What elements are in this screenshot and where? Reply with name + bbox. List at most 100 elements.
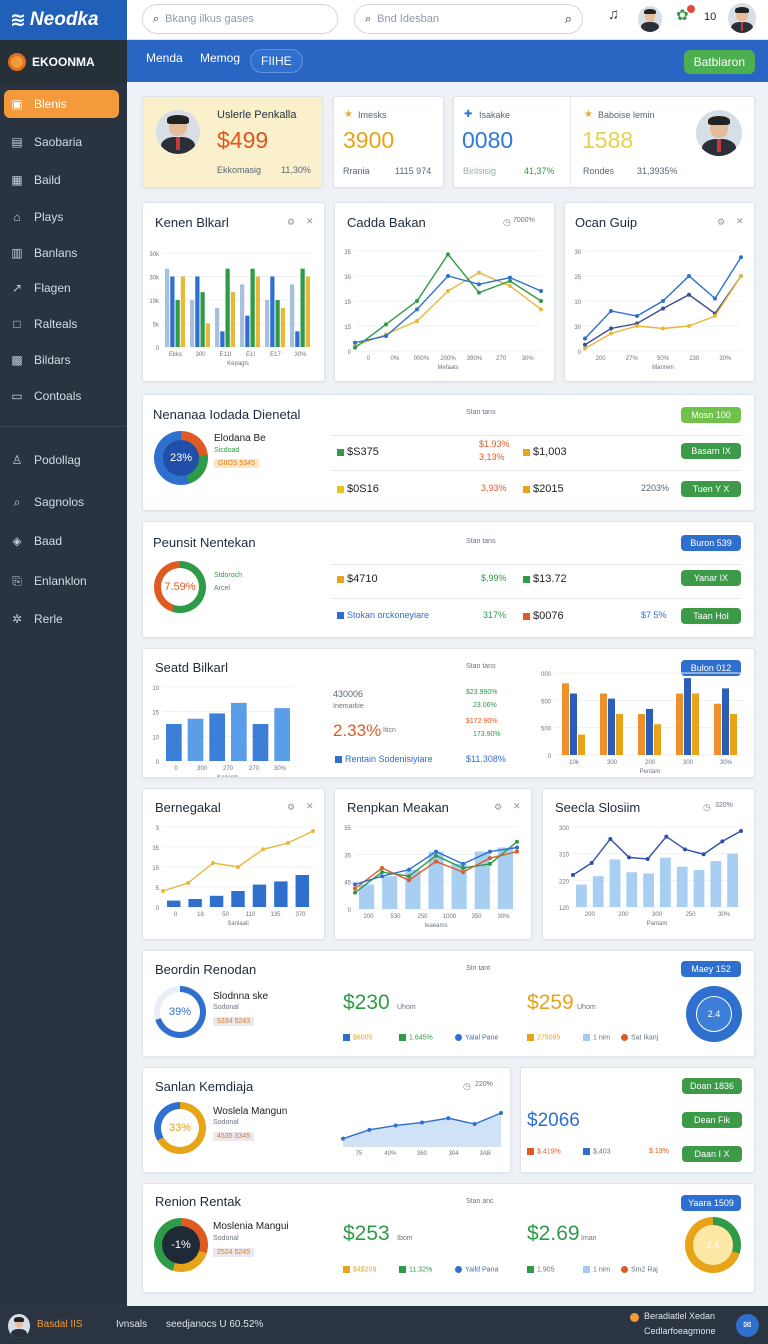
tab-memog[interactable]: Memog — [200, 51, 240, 65]
data-point — [407, 867, 411, 872]
bar — [274, 881, 288, 907]
kpi-card-1[interactable]: Uslerle Penkalla $499 Ekkomasig 11,30% — [142, 96, 323, 188]
footer-link[interactable]: Ivnsals — [116, 1319, 147, 1330]
sidebar-item-saobaria[interactable]: ▤ Saobaria — [4, 128, 119, 156]
data-point — [583, 336, 587, 341]
sidebar-brand-name: EKOONMA — [32, 55, 95, 69]
sidebar-item-ralteals[interactable]: □ Ralteals — [4, 310, 119, 338]
shield-icon: ◈ — [12, 534, 22, 548]
list-title: Seatd Bilkarl — [155, 660, 228, 675]
data-point — [583, 342, 587, 347]
sidebar-item-flagen[interactable]: ↗ Flagen — [4, 274, 119, 302]
sidebar-item-sagnolos[interactable]: ⌕ Sagnolos — [4, 488, 119, 516]
kpi-card-3[interactable]: ✚ Isakake 0080 Binlsisig 41,37% ★ Babois… — [453, 96, 755, 189]
footer-bar: Basdal IIS Ivnsals seedjanocs U 60.52% B… — [0, 1306, 768, 1344]
action-button-1[interactable]: Doan 1836 — [682, 1078, 742, 1094]
metric-value: $2066 — [527, 1110, 580, 1131]
chat-icon[interactable]: ✉ — [736, 1314, 759, 1337]
data-point — [645, 857, 650, 861]
sidebar-item-baild[interactable]: ▦ Baild — [4, 166, 119, 194]
sidebar-item-plays[interactable]: ⌂ Plays — [4, 203, 119, 231]
settings-icon[interactable]: ⚙ — [287, 802, 295, 813]
sidebar-item-baad[interactable]: ◈ Baad — [4, 527, 119, 555]
tag-button[interactable]: Maey 152 — [681, 961, 741, 977]
row-action-button[interactable]: Yanar IX — [681, 570, 741, 586]
bar — [578, 734, 585, 755]
sidebar-item-contoals[interactable]: ▭ Contoals — [4, 382, 119, 410]
kpi-card-2[interactable]: ★ Imesks 3900 Rrania 1115 974 — [333, 96, 444, 188]
list-title: Nenanaa Iodada Dienetal — [153, 407, 301, 422]
legend-item: $4$209 — [343, 1266, 376, 1273]
sidebar-item-bildars[interactable]: ▩ Bildars — [4, 346, 119, 374]
legend-item: $6005 — [343, 1034, 372, 1041]
list-title: Peunsit Nentekan — [153, 535, 256, 550]
sidebar-item-enlanklon[interactable]: ⎘ Enlanklon — [4, 567, 119, 595]
row-pct-2: 3,13% — [479, 452, 505, 462]
brand-name: Neodka — [29, 9, 99, 30]
metric-unit-1: Uhom — [397, 1004, 416, 1011]
row-action-button[interactable]: Tuen Y X — [681, 481, 741, 497]
bar — [305, 276, 310, 347]
search-bar-primary[interactable]: ⌕ Bkang ilkus gases — [142, 4, 338, 34]
list-card-2: Peunsit Nentekan Stan tans Buron 539 7.5… — [142, 521, 755, 638]
settings-icon[interactable]: ⚙ — [287, 217, 295, 228]
search-submit-icon[interactable]: ⌕ — [565, 11, 572, 27]
row-value-a: $0S16 — [337, 483, 379, 495]
kpi-title: Isakake — [479, 110, 511, 120]
tab-fiihe[interactable]: FIIHE — [250, 49, 303, 73]
row-action-button[interactable]: Taan Hol — [681, 608, 741, 624]
bar — [225, 268, 230, 347]
close-icon[interactable]: ✕ — [736, 216, 744, 227]
legend-item: 11.32% — [399, 1266, 432, 1273]
sidebar-item-label: Rerle — [34, 612, 63, 626]
data-point — [434, 859, 438, 864]
tab-menda[interactable]: Menda — [146, 51, 183, 65]
sidebar-item-blenis[interactable]: ▣ Blenis — [4, 90, 119, 118]
close-icon[interactable]: ✕ — [306, 801, 314, 812]
sidebar-item-label: Enlanklon — [34, 574, 87, 588]
profile-avatar[interactable] — [728, 3, 756, 33]
action-button-2[interactable]: Dean Fik — [682, 1112, 742, 1128]
square-icon: □ — [13, 317, 21, 331]
briefcase-icon: ▥ — [11, 246, 23, 260]
data-point — [739, 274, 743, 278]
user-avatar[interactable] — [638, 6, 662, 32]
combo-chart-8: 300 310 220 120 200 200 300 250 30% Pantam — [559, 826, 743, 927]
donut-subtitle: Sodonal — [213, 1004, 239, 1011]
brand-logo[interactable]: ≋ Neodka — [0, 0, 127, 40]
donut-chart-2: 2.4 — [685, 1217, 741, 1273]
search-bar-secondary[interactable]: ⌕ Bnd Idesban ⌕ — [354, 4, 583, 34]
settings-icon[interactable]: ⚙ — [494, 802, 502, 813]
close-icon[interactable]: ✕ — [513, 801, 521, 812]
bar-chart-4: 10 15 10 0 0 300 270 270 30% Kepanls — [152, 686, 293, 777]
action-button-3[interactable]: Daan I X — [682, 1146, 742, 1162]
donut-chip: 5334 5243 — [213, 1017, 255, 1026]
footer-user[interactable]: Basdal IIS — [37, 1319, 83, 1330]
metric-value-1: $253 — [343, 1222, 390, 1245]
tag-button[interactable]: Buron 539 — [681, 535, 741, 551]
bar — [231, 702, 247, 761]
x-tick-label: 0% — [391, 356, 400, 362]
x-tick-label: 300 — [607, 760, 618, 766]
close-icon[interactable]: ✕ — [306, 216, 314, 227]
footer-avatar[interactable] — [8, 1314, 30, 1338]
sidebar-item-banlans[interactable]: ▥ Banlans — [4, 239, 119, 267]
y-tick-label: 55 — [344, 826, 351, 832]
donut-subtitle: Sodonal — [213, 1235, 239, 1242]
primary-action-button[interactable]: Batblaron — [683, 50, 755, 74]
sidebar-brand[interactable]: EKOONMA — [0, 40, 127, 84]
sidebar-item-rerle[interactable]: ✲ Rerle — [4, 605, 119, 633]
row-divider — [331, 564, 741, 565]
row-action-button[interactable]: Basarn IX — [681, 443, 741, 459]
donut-chart-2: 2.4 — [686, 986, 742, 1042]
settings-icon[interactable]: ⚙ — [717, 217, 725, 228]
notification-dot — [687, 5, 695, 13]
tag-button[interactable]: Yaara 1509 — [681, 1195, 741, 1211]
tag-button[interactable]: Mosn 100 — [681, 407, 741, 423]
sidebar-item-podollag[interactable]: ♙ Podollag — [4, 446, 119, 474]
chart-badge: 320% — [715, 802, 733, 809]
bell-icon[interactable]: ♫ — [608, 6, 619, 23]
data-point — [571, 873, 575, 877]
brand-mark-icon — [8, 53, 26, 71]
chart-card-6: Bernegakal ⚙ ✕ 3 35 15 5 0 0 18 50 110 135 370 Sanl… — [142, 788, 325, 940]
